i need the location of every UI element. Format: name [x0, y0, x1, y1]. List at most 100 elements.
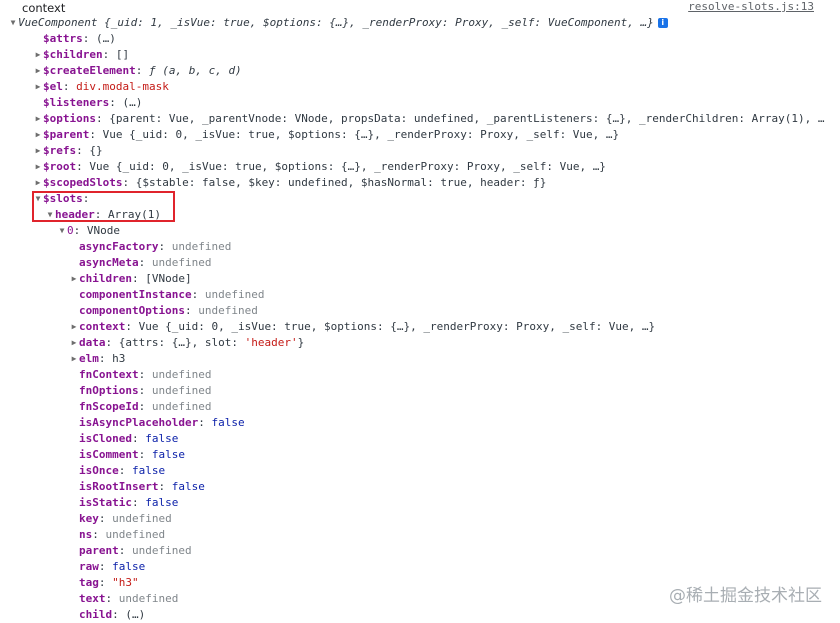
collapsed-triangle-icon[interactable]: ▶	[33, 111, 43, 127]
property-value: ƒ (a, b, c, d)	[148, 64, 242, 77]
property-separator: :	[191, 288, 205, 301]
property-value: false	[112, 560, 146, 573]
property-key: children	[79, 272, 132, 285]
tree-row: $attrs: (…)	[0, 31, 840, 47]
property-separator: :	[92, 528, 106, 541]
property-key: $el	[43, 80, 63, 93]
property-key: elm	[79, 352, 99, 365]
slots-highlight-box	[32, 191, 175, 222]
tree-row[interactable]: ▶ $createElement: ƒ (a, b, c, d)	[0, 63, 840, 79]
property-separator: :	[125, 320, 139, 333]
tree-row[interactable]: ▶ $root: Vue {_uid: 0, _isVue: true, $opt…	[0, 159, 840, 175]
property-key: asyncFactory	[79, 240, 159, 253]
property-value: (…)	[122, 96, 143, 109]
tree-row: asyncMeta: undefined	[0, 255, 840, 271]
property-value: false	[151, 448, 185, 461]
property-separator: :	[73, 224, 87, 237]
collapsed-triangle-icon[interactable]: ▶	[33, 159, 43, 175]
property-key: isRootInsert	[79, 480, 159, 493]
expanded-triangle-icon[interactable]: ▼	[8, 15, 18, 31]
property-separator: :	[131, 432, 146, 445]
collapsed-triangle-icon[interactable]: ▶	[33, 175, 43, 191]
property-separator: :	[98, 352, 113, 365]
property-separator: :	[102, 48, 116, 61]
tree-row: key: undefined	[0, 511, 840, 527]
property-key: ns	[79, 528, 93, 541]
property-separator: :	[89, 128, 103, 141]
property-separator: :	[138, 448, 152, 461]
tree-row: $listeners: (…)	[0, 95, 840, 111]
collapsed-triangle-icon[interactable]: ▶	[33, 127, 43, 143]
property-key: raw	[79, 560, 99, 573]
source-link[interactable]: resolve-slots.js:13	[688, 0, 814, 13]
info-icon[interactable]: i	[657, 18, 668, 28]
property-value: Vue {_uid: 0, _isVue: true, $options: {……	[138, 320, 656, 333]
property-separator: :	[76, 144, 90, 157]
property-separator: :	[112, 608, 126, 621]
property-separator: :	[158, 480, 172, 493]
tree-row[interactable]: ▶ $refs: {}	[0, 143, 840, 159]
property-value: false	[145, 496, 179, 509]
property-separator: :	[105, 592, 119, 605]
property-separator: :	[98, 560, 113, 573]
property-separator: :	[158, 240, 172, 253]
property-value: {attrs: {…}, slot: 'header'}	[118, 336, 305, 349]
collapsed-triangle-icon[interactable]: ▶	[69, 271, 79, 287]
property-value: h3	[112, 352, 126, 365]
property-key: $refs	[43, 144, 77, 157]
collapsed-triangle-icon[interactable]: ▶	[33, 79, 43, 95]
property-separator: :	[138, 400, 152, 413]
property-value: false	[132, 464, 166, 477]
collapsed-triangle-icon[interactable]: ▶	[69, 351, 79, 367]
tree-row[interactable]: ▶ data: {attrs: {…}, slot: 'header'}	[0, 335, 840, 351]
tree-row: isComment: false	[0, 447, 840, 463]
tree-row[interactable]: ▶ children: [VNode]	[0, 271, 840, 287]
tree-row[interactable]: ▶ $parent: Vue {_uid: 0, _isVue: true, $o…	[0, 127, 840, 143]
property-separator: :	[131, 272, 146, 285]
collapsed-triangle-icon[interactable]: ▶	[69, 319, 79, 335]
tree-row: fnScopeId: undefined	[0, 399, 840, 415]
property-key: $scopedSlots	[43, 176, 123, 189]
log-label: context	[22, 1, 66, 15]
collapsed-triangle-icon[interactable]: ▶	[69, 335, 79, 351]
collapsed-triangle-icon[interactable]: ▶	[33, 47, 43, 63]
tree-row: isOnce: false	[0, 463, 840, 479]
collapsed-triangle-icon[interactable]: ▶	[33, 63, 43, 79]
tree-row[interactable]: ▶ $el: div.modal-mask	[0, 79, 840, 95]
property-key: fnContext	[79, 368, 139, 381]
property-key: $options	[43, 112, 96, 125]
property-key: $root	[43, 160, 77, 173]
property-separator: :	[135, 64, 149, 77]
tree-row[interactable]: ▶ $children: []	[0, 47, 840, 63]
property-value: undefined	[132, 544, 192, 557]
property-key: componentInstance	[79, 288, 192, 301]
property-separator: :	[184, 304, 199, 317]
tree-row: isStatic: false	[0, 495, 840, 511]
tree-row[interactable]: ▼ 0: VNode	[0, 223, 840, 239]
property-key: parent	[79, 544, 119, 557]
property-key: isComment	[79, 448, 139, 461]
tree-row[interactable]: ▶ elm: h3	[0, 351, 840, 367]
property-value: []	[115, 48, 130, 61]
tree-row: asyncFactory: undefined	[0, 239, 840, 255]
tree-row: isRootInsert: false	[0, 479, 840, 495]
tree-row: isCloned: false	[0, 431, 840, 447]
tree-row[interactable]: ▶ $scopedSlots: {$stable: false, $key: un…	[0, 175, 840, 191]
property-key: context	[79, 320, 126, 333]
collapsed-triangle-icon[interactable]: ▶	[33, 143, 43, 159]
expanded-triangle-icon[interactable]: ▼	[57, 223, 67, 239]
property-value: "h3"	[112, 576, 139, 589]
property-value: VueComponent {_uid: 1, _isVue: true, $op…	[18, 16, 654, 29]
tree-row[interactable]: ▶ $options: {parent: Vue, _parentVnode: V…	[0, 111, 840, 127]
tree-row: isAsyncPlaceholder: false	[0, 415, 840, 431]
tree-row[interactable]: ▼ VueComponent {_uid: 1, _isVue: true, $o…	[0, 15, 840, 31]
property-key: child	[79, 608, 113, 621]
property-value: undefined	[151, 368, 212, 381]
property-value: Vue {_uid: 0, _isVue: true, $options: {……	[102, 128, 620, 141]
tree-row: child: (…)	[0, 607, 840, 623]
property-key: isCloned	[79, 432, 132, 445]
property-key: fnScopeId	[79, 400, 139, 413]
property-key: $attrs	[43, 32, 83, 45]
tree-row[interactable]: ▶ context: Vue {_uid: 0, _isVue: true, $o…	[0, 319, 840, 335]
property-key: componentOptions	[79, 304, 185, 317]
